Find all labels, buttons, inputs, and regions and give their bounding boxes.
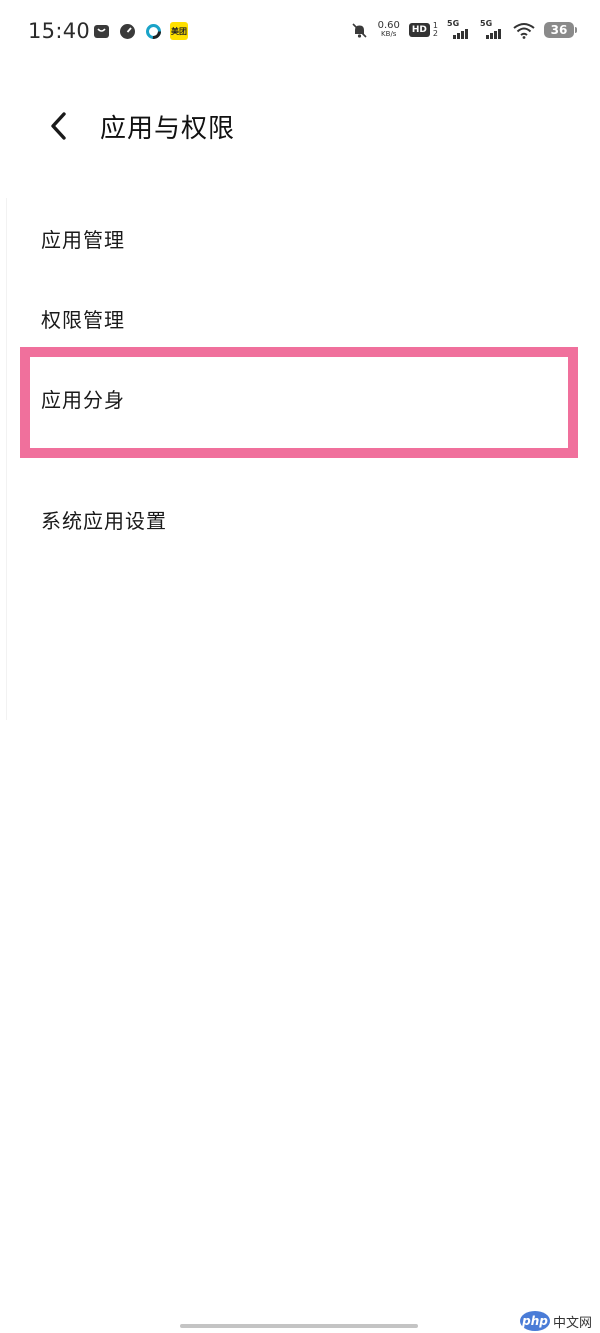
sim-index: 1 2 [433, 22, 438, 38]
network-speed: 0.60 KB/s [378, 21, 400, 39]
list-item-label: 应用分身 [41, 388, 125, 412]
sim-index-bottom: 2 [432, 29, 438, 38]
watermark: php 中文网 [519, 1311, 592, 1331]
list-item-app-clone[interactable]: 应用分身 [0, 358, 600, 438]
ring-app-icon [144, 22, 162, 40]
network-speed-unit: KB/s [381, 30, 397, 38]
list-item-label: 权限管理 [41, 308, 125, 332]
screen: 15:40 美团 0.60 KB/s HD 1 2 5G 5G 36 应用与权限… [0, 0, 600, 1333]
signal-sim1-icon: 5G [447, 19, 471, 40]
bell-muted-icon [351, 21, 369, 39]
bag-icon [92, 22, 110, 40]
status-bar: 15:40 美团 0.60 KB/s HD 1 2 5G 5G 36 [0, 0, 600, 64]
meituan-badge-icon: 美团 [170, 22, 188, 40]
speedometer-icon [118, 22, 136, 40]
wifi-icon [513, 21, 535, 39]
hd-volte-badge: HD [408, 23, 430, 37]
system-status-icons: 0.60 KB/s HD 1 2 5G 5G 36 [351, 19, 577, 40]
back-button[interactable] [38, 106, 78, 146]
notification-icons: 美团 [92, 22, 188, 40]
list-item-system-app-settings[interactable]: 系统应用设置 [0, 479, 600, 559]
page-title: 应用与权限 [100, 114, 236, 144]
status-time: 15:40 [28, 19, 91, 43]
list-item-label: 应用管理 [41, 228, 125, 252]
watermark-text: 中文网 [552, 1315, 592, 1331]
list-item-label: 系统应用设置 [41, 509, 167, 533]
list-item-app-management[interactable]: 应用管理 [0, 198, 600, 278]
home-indicator[interactable] [180, 1324, 418, 1328]
watermark-logo: php [519, 1311, 550, 1331]
header: 应用与权限 [0, 96, 600, 156]
network-speed-value: 0.60 [377, 20, 400, 31]
list-item-permission-management[interactable]: 权限管理 [0, 278, 600, 358]
chevron-left-icon [51, 112, 66, 140]
battery-icon: 36 [544, 22, 577, 38]
signal-sim2-icon: 5G [480, 19, 504, 40]
